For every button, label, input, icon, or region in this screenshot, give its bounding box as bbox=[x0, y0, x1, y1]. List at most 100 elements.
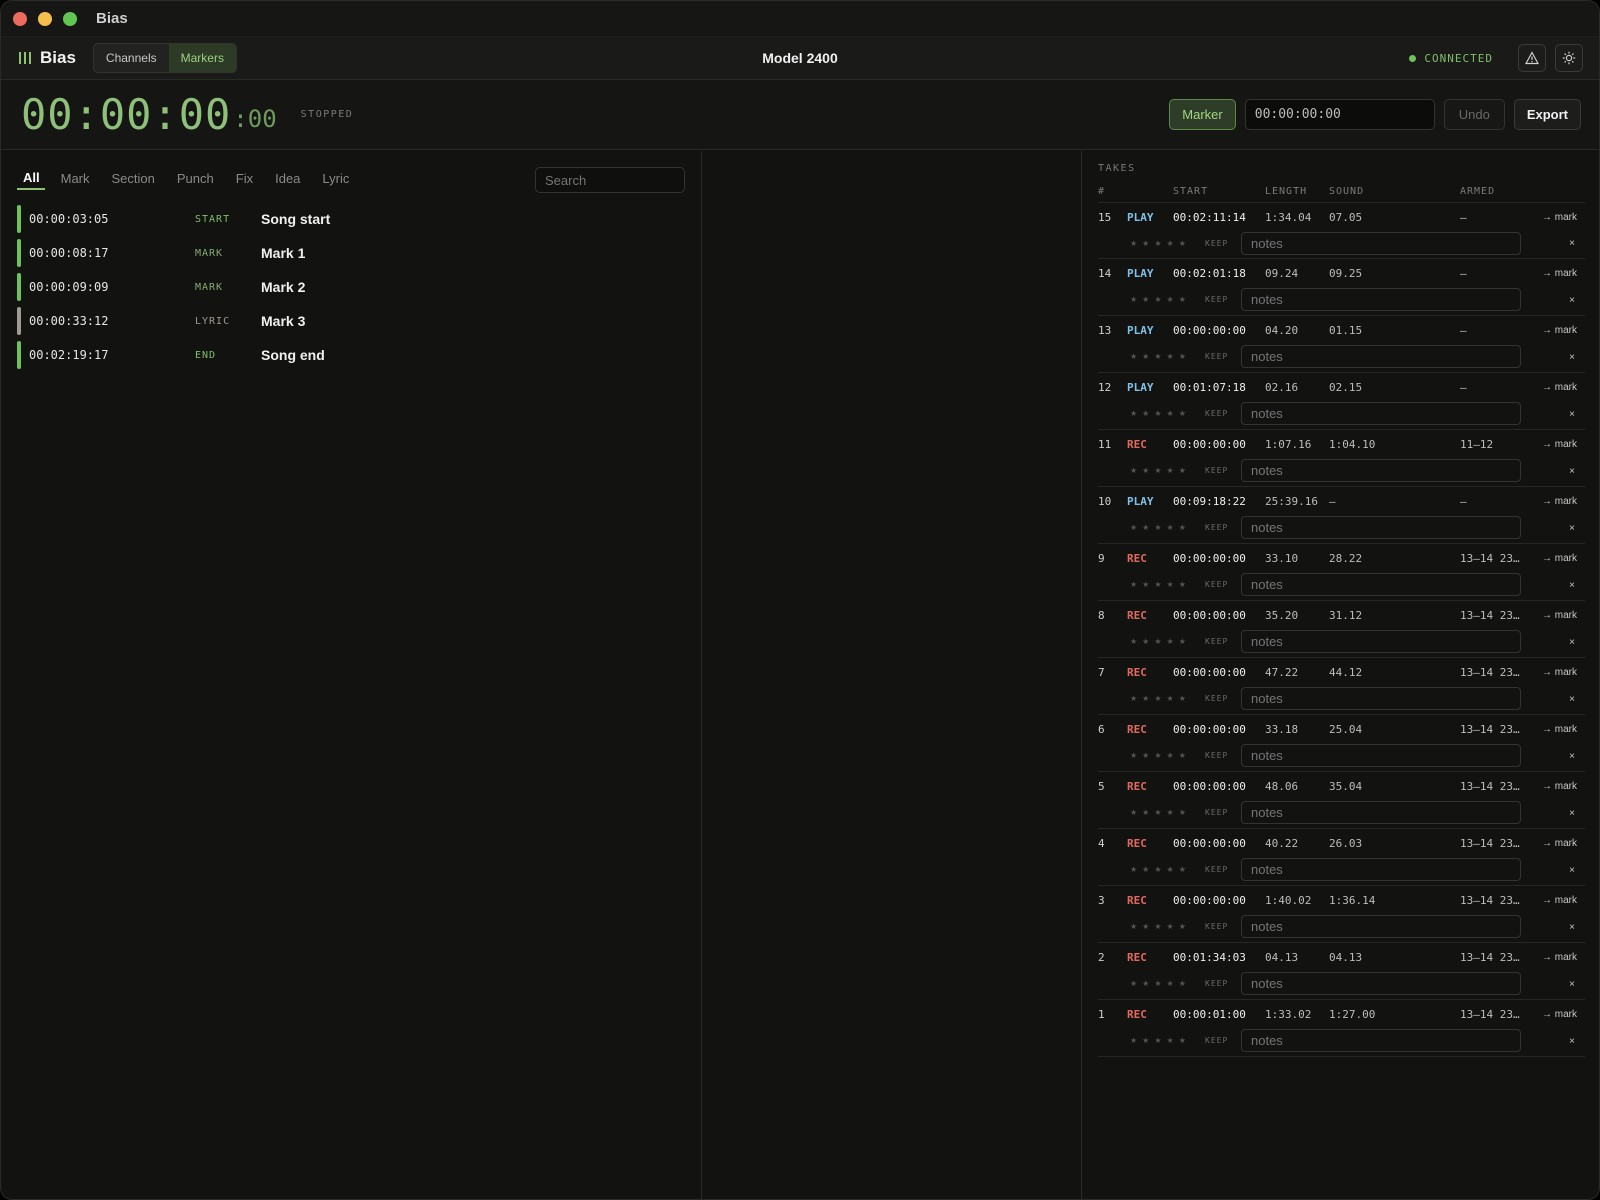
rating-stars[interactable]: ★★★★★ bbox=[1130, 922, 1205, 931]
rating-stars[interactable]: ★★★★★ bbox=[1130, 239, 1205, 248]
delete-take-button[interactable]: × bbox=[1569, 637, 1575, 648]
delete-take-button[interactable]: × bbox=[1569, 922, 1575, 933]
marker-row[interactable]: 00:02:19:17 END Song end bbox=[17, 340, 685, 370]
filter-lyric[interactable]: Lyric bbox=[322, 171, 355, 190]
theme-button[interactable] bbox=[1555, 44, 1583, 72]
take-to-mark-button[interactable]: → mark bbox=[1542, 212, 1577, 223]
minimize-window-button[interactable] bbox=[38, 11, 52, 26]
rating-stars[interactable]: ★★★★★ bbox=[1130, 637, 1205, 646]
take-row: 12 PLAY 00:01:07:18 02.16 02.15 — → mark ★★★★★ K… bbox=[1098, 373, 1585, 430]
rating-stars[interactable]: ★★★★★ bbox=[1130, 865, 1205, 874]
take-to-mark-button[interactable]: → mark bbox=[1542, 667, 1577, 678]
filter-idea[interactable]: Idea bbox=[275, 171, 306, 190]
marker-row[interactable]: 00:00:03:05 START Song start bbox=[17, 204, 685, 234]
rating-stars[interactable]: ★★★★★ bbox=[1130, 979, 1205, 988]
delete-take-button[interactable]: × bbox=[1569, 580, 1575, 591]
rating-stars[interactable]: ★★★★★ bbox=[1130, 409, 1205, 418]
notes-input[interactable] bbox=[1241, 572, 1521, 596]
delete-take-button[interactable]: × bbox=[1569, 238, 1575, 249]
keep-toggle[interactable]: KEEP bbox=[1205, 808, 1241, 817]
marker-row[interactable]: 00:00:09:09 MARK Mark 2 bbox=[17, 272, 685, 302]
keep-toggle[interactable]: KEEP bbox=[1205, 409, 1241, 418]
keep-toggle[interactable]: KEEP bbox=[1205, 1036, 1241, 1045]
keep-toggle[interactable]: KEEP bbox=[1205, 979, 1241, 988]
delete-take-button[interactable]: × bbox=[1569, 352, 1575, 363]
take-to-mark-button[interactable]: → mark bbox=[1542, 895, 1577, 906]
delete-take-button[interactable]: × bbox=[1569, 1036, 1575, 1047]
rating-stars[interactable]: ★★★★★ bbox=[1130, 466, 1205, 475]
rating-stars[interactable]: ★★★★★ bbox=[1130, 808, 1205, 817]
notes-input[interactable] bbox=[1241, 515, 1521, 539]
take-to-mark-button[interactable]: → mark bbox=[1542, 268, 1577, 279]
notes-input[interactable] bbox=[1241, 231, 1521, 255]
delete-take-button[interactable]: × bbox=[1569, 295, 1575, 306]
rating-stars[interactable]: ★★★★★ bbox=[1130, 523, 1205, 532]
filter-fix[interactable]: Fix bbox=[236, 171, 259, 190]
notes-input[interactable] bbox=[1241, 686, 1521, 710]
take-to-mark-button[interactable]: → mark bbox=[1542, 496, 1577, 507]
marker-row[interactable]: 00:00:33:12 LYRIC Mark 3 bbox=[17, 306, 685, 336]
take-to-mark-button[interactable]: → mark bbox=[1542, 325, 1577, 336]
keep-toggle[interactable]: KEEP bbox=[1205, 352, 1241, 361]
keep-toggle[interactable]: KEEP bbox=[1205, 694, 1241, 703]
delete-take-button[interactable]: × bbox=[1569, 751, 1575, 762]
undo-button[interactable]: Undo bbox=[1443, 99, 1505, 130]
keep-toggle[interactable]: KEEP bbox=[1205, 580, 1241, 589]
take-to-mark-button[interactable]: → mark bbox=[1542, 382, 1577, 393]
notes-input[interactable] bbox=[1241, 914, 1521, 938]
delete-take-button[interactable]: × bbox=[1569, 466, 1575, 477]
notes-input[interactable] bbox=[1241, 1028, 1521, 1052]
notes-input[interactable] bbox=[1241, 458, 1521, 482]
close-window-button[interactable] bbox=[13, 11, 27, 26]
take-to-mark-button[interactable]: → mark bbox=[1542, 952, 1577, 963]
notes-input[interactable] bbox=[1241, 971, 1521, 995]
export-button[interactable]: Export bbox=[1513, 99, 1581, 130]
warning-button[interactable] bbox=[1518, 44, 1546, 72]
filter-all[interactable]: All bbox=[17, 170, 45, 190]
filter-punch[interactable]: Punch bbox=[177, 171, 220, 190]
take-to-mark-button[interactable]: → mark bbox=[1542, 553, 1577, 564]
rating-stars[interactable]: ★★★★★ bbox=[1130, 1036, 1205, 1045]
take-to-mark-button[interactable]: → mark bbox=[1542, 610, 1577, 621]
rating-stars[interactable]: ★★★★★ bbox=[1130, 580, 1205, 589]
keep-toggle[interactable]: KEEP bbox=[1205, 523, 1241, 532]
keep-toggle[interactable]: KEEP bbox=[1205, 239, 1241, 248]
notes-input[interactable] bbox=[1241, 857, 1521, 881]
add-marker-button[interactable]: Marker bbox=[1169, 99, 1236, 130]
delete-take-button[interactable]: × bbox=[1569, 694, 1575, 705]
notes-input[interactable] bbox=[1241, 800, 1521, 824]
notes-input[interactable] bbox=[1241, 344, 1521, 368]
rating-stars[interactable]: ★★★★★ bbox=[1130, 694, 1205, 703]
timecode-input[interactable] bbox=[1244, 99, 1435, 130]
delete-take-button[interactable]: × bbox=[1569, 979, 1575, 990]
rating-stars[interactable]: ★★★★★ bbox=[1130, 751, 1205, 760]
filter-mark[interactable]: Mark bbox=[61, 171, 96, 190]
rating-stars[interactable]: ★★★★★ bbox=[1130, 295, 1205, 304]
rating-stars[interactable]: ★★★★★ bbox=[1130, 352, 1205, 361]
keep-toggle[interactable]: KEEP bbox=[1205, 751, 1241, 760]
tab-channels[interactable]: Channels bbox=[94, 44, 169, 72]
search-input[interactable] bbox=[535, 167, 685, 193]
keep-toggle[interactable]: KEEP bbox=[1205, 865, 1241, 874]
filter-section[interactable]: Section bbox=[112, 171, 161, 190]
notes-input[interactable] bbox=[1241, 743, 1521, 767]
marker-row[interactable]: 00:00:08:17 MARK Mark 1 bbox=[17, 238, 685, 268]
notes-input[interactable] bbox=[1241, 401, 1521, 425]
delete-take-button[interactable]: × bbox=[1569, 865, 1575, 876]
take-to-mark-button[interactable]: → mark bbox=[1542, 838, 1577, 849]
take-to-mark-button[interactable]: → mark bbox=[1542, 439, 1577, 450]
delete-take-button[interactable]: × bbox=[1569, 523, 1575, 534]
notes-input[interactable] bbox=[1241, 287, 1521, 311]
keep-toggle[interactable]: KEEP bbox=[1205, 637, 1241, 646]
delete-take-button[interactable]: × bbox=[1569, 808, 1575, 819]
take-to-mark-button[interactable]: → mark bbox=[1542, 1009, 1577, 1020]
take-to-mark-button[interactable]: → mark bbox=[1542, 724, 1577, 735]
notes-input[interactable] bbox=[1241, 629, 1521, 653]
keep-toggle[interactable]: KEEP bbox=[1205, 295, 1241, 304]
keep-toggle[interactable]: KEEP bbox=[1205, 466, 1241, 475]
tab-markers[interactable]: Markers bbox=[168, 44, 236, 72]
delete-take-button[interactable]: × bbox=[1569, 409, 1575, 420]
take-to-mark-button[interactable]: → mark bbox=[1542, 781, 1577, 792]
zoom-window-button[interactable] bbox=[63, 11, 77, 26]
keep-toggle[interactable]: KEEP bbox=[1205, 922, 1241, 931]
